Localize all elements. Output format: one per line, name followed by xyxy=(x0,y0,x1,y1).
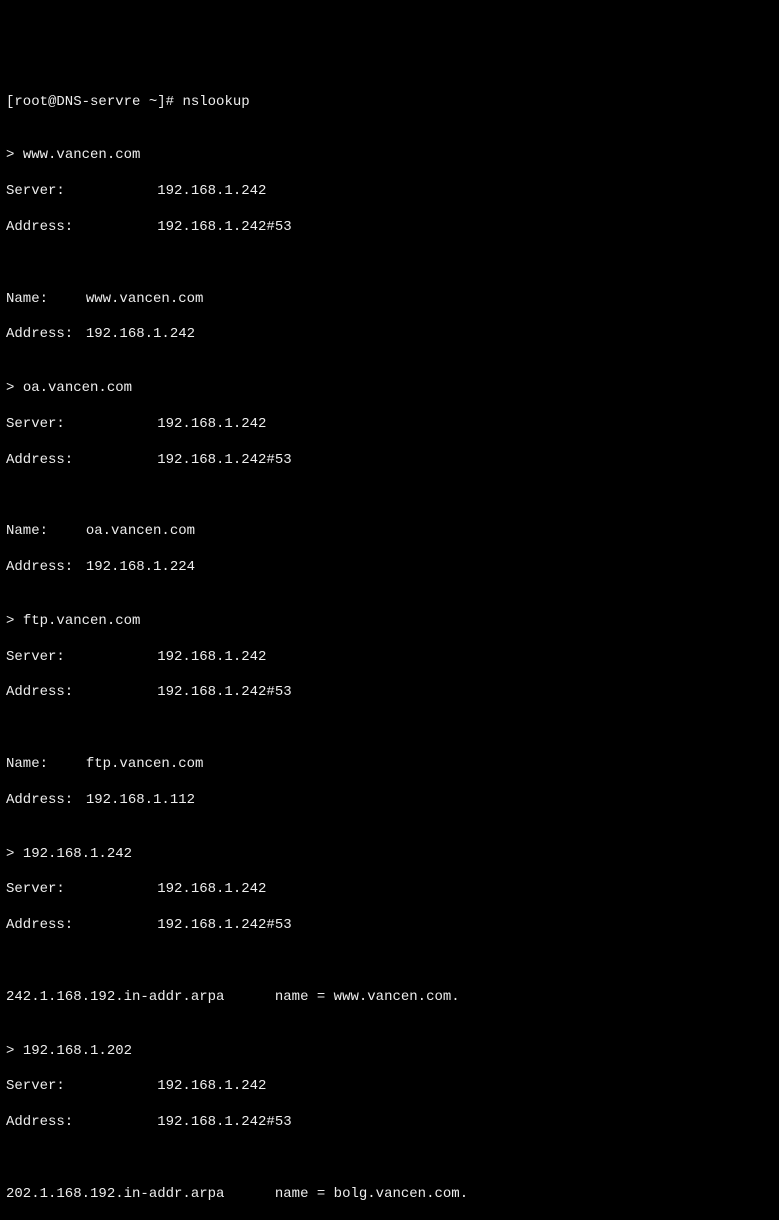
address-line-0: Address:192.168.1.242#53 xyxy=(6,219,773,237)
server-line-0: Server:192.168.1.242 xyxy=(6,183,773,201)
answer-name-2: Name:ftp.vancen.com xyxy=(6,756,773,774)
answer-name-0: Name:www.vancen.com xyxy=(6,291,773,309)
answer-address-0: Address:192.168.1.242 xyxy=(6,326,773,344)
query-line-0: > www.vancen.com xyxy=(6,147,773,165)
server-line-4: Server:192.168.1.242 xyxy=(6,1078,773,1096)
address-line-2: Address:192.168.1.242#53 xyxy=(6,684,773,702)
answer-name-1: Name:oa.vancen.com xyxy=(6,523,773,541)
query-input-2: ftp.vancen.com xyxy=(23,613,141,629)
query-input-4: 192.168.1.202 xyxy=(23,1043,132,1059)
answer-address-2: Address:192.168.1.112 xyxy=(6,792,773,810)
ptr-line-4: 202.1.168.192.in-addr.arpa name = bolg.v… xyxy=(6,1186,773,1204)
address-line-3: Address:192.168.1.242#53 xyxy=(6,917,773,935)
server-line-2: Server:192.168.1.242 xyxy=(6,649,773,667)
ptr-line-3: 242.1.168.192.in-addr.arpa name = www.va… xyxy=(6,989,773,1007)
query-input-3: 192.168.1.242 xyxy=(23,846,132,862)
query-line-2: > ftp.vancen.com xyxy=(6,613,773,631)
server-line-3: Server:192.168.1.242 xyxy=(6,881,773,899)
query-line-1: > oa.vancen.com xyxy=(6,380,773,398)
nslookup-cmd: nslookup xyxy=(182,94,249,110)
query-input-0: www.vancen.com xyxy=(23,147,141,163)
query-input-1: oa.vancen.com xyxy=(23,380,132,396)
server-line-1: Server:192.168.1.242 xyxy=(6,416,773,434)
query-line-4: > 192.168.1.202 xyxy=(6,1043,773,1061)
address-line-4: Address:192.168.1.242#53 xyxy=(6,1114,773,1132)
shell-prompt-line: [root@DNS-servre ~]# nslookup xyxy=(6,94,773,112)
query-line-3: > 192.168.1.242 xyxy=(6,846,773,864)
terminal[interactable]: [root@DNS-servre ~]# nslookup > www.vanc… xyxy=(6,76,773,1220)
answer-address-1: Address:192.168.1.224 xyxy=(6,559,773,577)
shell-prompt: [root@DNS-servre ~]# xyxy=(6,94,182,110)
address-line-1: Address:192.168.1.242#53 xyxy=(6,452,773,470)
